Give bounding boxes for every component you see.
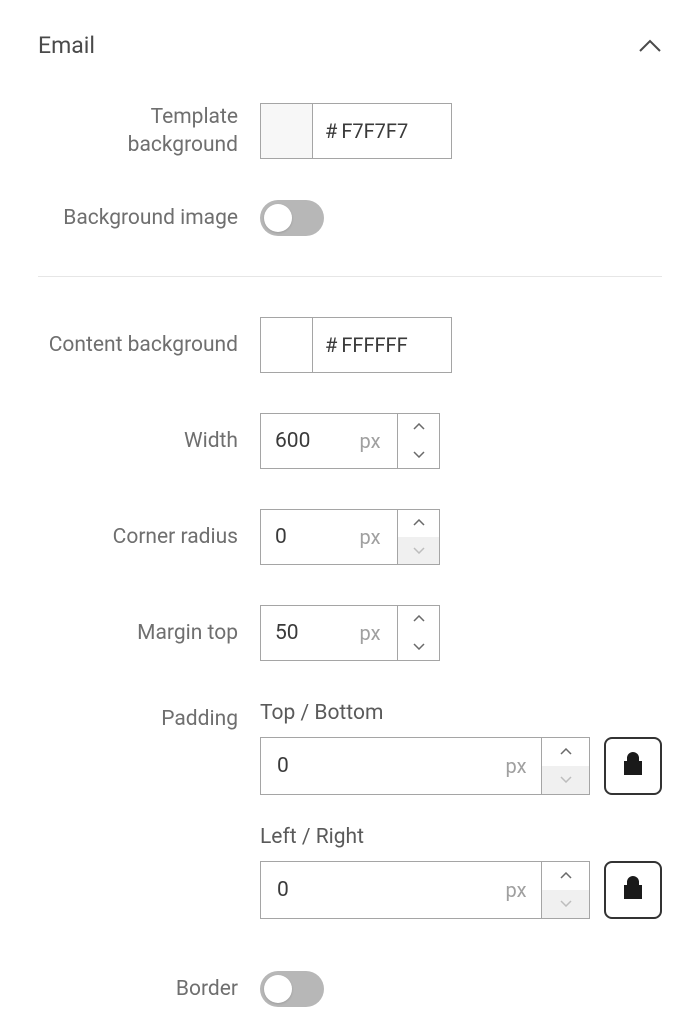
content-background-row: Content background # FFFFFF [38, 317, 662, 373]
toggle-knob [264, 204, 292, 232]
stepper-down-button[interactable] [398, 633, 439, 660]
color-swatch[interactable] [261, 318, 313, 372]
corner-radius-input[interactable]: 0 [261, 510, 343, 564]
corner-radius-unit: px [343, 510, 397, 564]
padding-top-bottom-input[interactable]: 0 [261, 738, 491, 794]
margin-top-input[interactable]: 50 [261, 606, 343, 660]
padding-top-bottom-lock-button[interactable] [604, 737, 662, 795]
padding-left-right-spin [541, 862, 589, 918]
padding-top-bottom-stepper: 0 px [260, 737, 590, 795]
margin-top-spin [397, 606, 439, 660]
email-settings-panel: Email Template background # F7F7F7 Backg… [0, 0, 700, 1007]
corner-radius-stepper: 0 px [260, 509, 440, 565]
stepper-up-button[interactable] [542, 862, 589, 891]
stepper-up-button[interactable] [542, 738, 589, 767]
lock-icon [622, 875, 644, 905]
color-hex-value[interactable]: # FFFFFF [313, 318, 451, 372]
padding-left-right-unit: px [491, 862, 541, 918]
padding-left-right-label: Left / Right [260, 825, 662, 849]
template-background-color-input[interactable]: # F7F7F7 [260, 103, 452, 159]
section-title: Email [38, 32, 95, 59]
padding-top-bottom-spin [541, 738, 589, 794]
stepper-up-button[interactable] [398, 414, 439, 442]
background-image-row: Background image [38, 200, 662, 236]
stepper-up-button[interactable] [398, 510, 439, 538]
width-label: Width [38, 427, 260, 455]
stepper-up-button[interactable] [398, 606, 439, 634]
padding-left-right-row: 0 px [260, 861, 662, 919]
background-image-toggle[interactable] [260, 200, 324, 236]
template-background-row: Template background # F7F7F7 [38, 103, 662, 160]
width-input[interactable]: 600 [261, 414, 343, 468]
toggle-knob [264, 975, 292, 1003]
width-spin [397, 414, 439, 468]
content-background-label: Content background [38, 331, 260, 359]
padding-left-right-lock-button[interactable] [604, 861, 662, 919]
chevron-up-icon[interactable] [638, 34, 662, 58]
border-row: Border [38, 971, 662, 1007]
stepper-down-button[interactable] [398, 441, 439, 468]
border-toggle[interactable] [260, 971, 324, 1007]
corner-radius-row: Corner radius 0 px [38, 509, 662, 565]
background-image-label: Background image [38, 204, 260, 232]
corner-radius-label: Corner radius [38, 523, 260, 551]
padding-label: Padding [38, 701, 260, 733]
margin-top-row: Margin top 50 px [38, 605, 662, 661]
padding-top-bottom-label: Top / Bottom [260, 701, 662, 725]
padding-left-right-stepper: 0 px [260, 861, 590, 919]
stepper-down-button [398, 537, 439, 564]
margin-top-label: Margin top [38, 619, 260, 647]
stepper-down-button [542, 766, 589, 794]
section-divider [38, 276, 662, 277]
margin-top-unit: px [343, 606, 397, 660]
color-swatch[interactable] [261, 104, 313, 158]
width-unit: px [343, 414, 397, 468]
content-background-color-input[interactable]: # FFFFFF [260, 317, 452, 373]
lock-icon [622, 751, 644, 781]
margin-top-stepper: 50 px [260, 605, 440, 661]
width-row: Width 600 px [38, 413, 662, 469]
stepper-down-button [542, 890, 589, 918]
color-hex-value[interactable]: # F7F7F7 [313, 104, 451, 158]
template-background-label: Template background [38, 103, 260, 160]
padding-row: Padding Top / Bottom 0 px Left [38, 701, 662, 949]
padding-left-right-input[interactable]: 0 [261, 862, 491, 918]
padding-top-bottom-unit: px [491, 738, 541, 794]
padding-top-bottom-row: 0 px [260, 737, 662, 795]
section-header[interactable]: Email [38, 32, 662, 59]
width-stepper: 600 px [260, 413, 440, 469]
corner-radius-spin [397, 510, 439, 564]
border-label: Border [38, 975, 260, 1003]
